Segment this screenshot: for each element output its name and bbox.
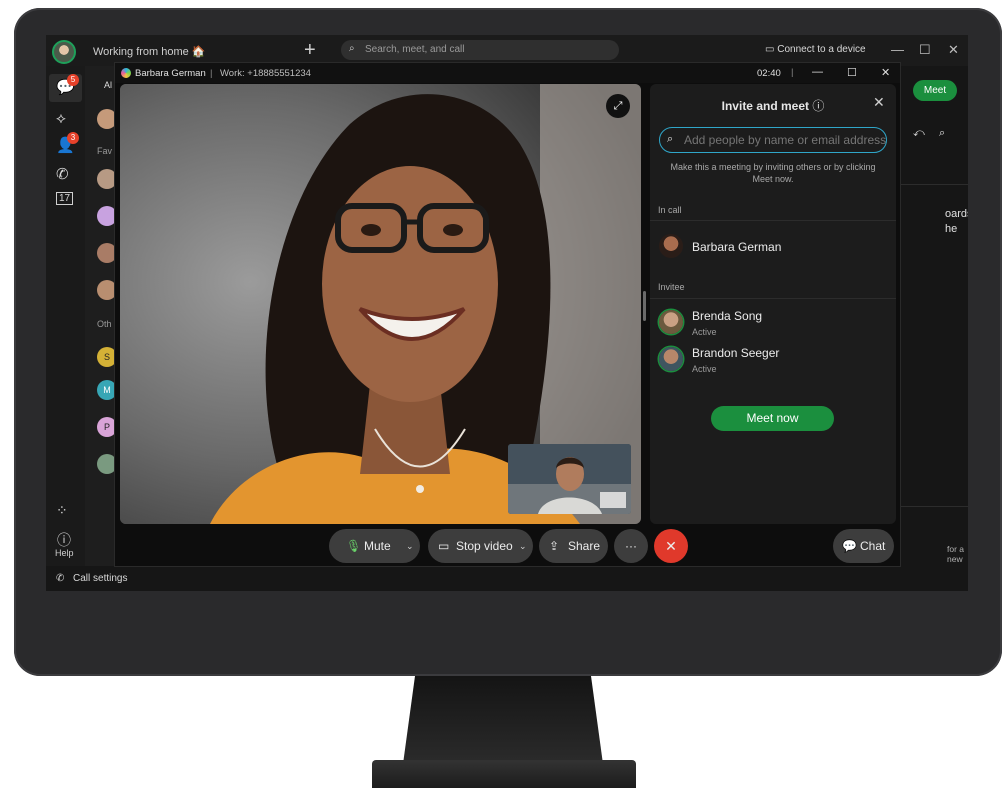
messaging-badge: 5 (67, 74, 79, 86)
invitee-label: Invitee (658, 282, 685, 292)
search-input[interactable]: ⌕ Search, meet, and call (341, 40, 619, 60)
video-chevron-down-icon[interactable]: ⌄ (519, 529, 527, 563)
brandon-avatar[interactable] (659, 347, 683, 371)
call-maximize-icon[interactable]: ☐ (847, 66, 857, 79)
call-controls: 🎙 Mute ⌄ ▭ Stop video ⌄ ⇪ Share ··· ✕ 💬 … (115, 529, 900, 565)
caller-name: Barbara German (135, 68, 206, 79)
expand-video-icon[interactable]: ⤢ (606, 94, 630, 118)
invite-panel: Invite and meet ⓘ ✕ ⌕ Make this a meetin… (650, 84, 896, 524)
cast-icon: ▭ (765, 44, 778, 55)
minimize-icon[interactable]: — (891, 42, 904, 57)
help-label: Help (55, 548, 74, 558)
share-icon: ⇪ (549, 539, 560, 553)
mute-button[interactable]: 🎙 Mute ⌄ (329, 529, 420, 563)
invitee-status: Active (692, 327, 717, 337)
microphone-icon: 🎙 (346, 539, 362, 553)
chat-button[interactable]: 💬 Chat (833, 529, 894, 563)
call-close-icon[interactable]: ✕ (881, 66, 890, 79)
others-label: Oth (97, 319, 112, 329)
monitor-stand-foot (372, 760, 636, 788)
stop-video-label: Stop video (456, 539, 513, 553)
call-titlebar: Barbara German | Work: +18885551234 02:4… (115, 63, 900, 83)
remote-video: ⤢ (120, 84, 641, 524)
barbara-avatar[interactable] (659, 234, 683, 258)
more-options-button[interactable]: ··· (614, 529, 648, 563)
call-timer: 02:40 (757, 68, 781, 79)
help-icon[interactable]: ⓘ (57, 530, 71, 550)
calendar-icon[interactable]: 17 (56, 192, 74, 205)
composer-divider (901, 506, 968, 507)
pane-divider (901, 184, 968, 185)
teams-icon[interactable]: ⟡ (56, 110, 66, 127)
call-window: Barbara German | Work: +18885551234 02:4… (114, 62, 901, 567)
mute-label: Mute (364, 539, 391, 553)
search-placeholder: Search, meet, and call (365, 44, 465, 55)
in-call-label: In call (658, 205, 682, 215)
invitee-divider (650, 298, 896, 299)
meetings-icon[interactable]: ⤺ (913, 127, 925, 140)
status-message[interactable]: Working from home 🏠 (93, 45, 206, 58)
invite-panel-title: Invite and meet ⓘ (650, 97, 896, 114)
message-text-line-2: he (945, 223, 958, 235)
call-minimize-icon[interactable]: — (812, 66, 823, 78)
invite-panel-title-text: Invite and meet (721, 99, 809, 113)
self-view-video[interactable] (508, 444, 631, 514)
invitee-name: Brandon Seeger (692, 346, 780, 360)
apps-grid-icon[interactable]: ⁘ (56, 502, 68, 519)
my-avatar[interactable] (52, 40, 76, 64)
share-button[interactable]: ⇪ Share (539, 529, 608, 563)
invite-search-input[interactable] (659, 127, 887, 153)
tab-all[interactable]: Al (104, 80, 112, 90)
resize-handle[interactable] (643, 291, 646, 321)
maximize-icon[interactable]: ☐ (919, 42, 931, 58)
calls-icon[interactable]: ✆ (56, 165, 69, 183)
invite-search-icon: ⌕ (667, 133, 674, 145)
contacts-badge: 3 (67, 132, 79, 144)
chat-bubble-icon: 💬 (842, 539, 857, 553)
end-call-button[interactable]: ✕ (654, 529, 688, 563)
monitor-stand-neck (403, 676, 603, 764)
timer-separator: | (791, 67, 794, 78)
info-icon[interactable]: ⓘ (812, 99, 824, 113)
space-list: Al Fav Oth S M P (85, 66, 117, 566)
invite-hint: Make this a meeting by inviting others o… (670, 162, 876, 184)
share-label: Share (568, 539, 601, 553)
webex-logo-icon (121, 68, 131, 78)
invitee-status: Active (692, 364, 717, 374)
self-view-image (508, 444, 631, 514)
stop-video-button[interactable]: ▭ Stop video ⌄ (428, 529, 533, 563)
in-call-participant-name: Barbara German (692, 240, 782, 254)
end-call-icon: ✕ (665, 538, 677, 554)
space-search-icon[interactable]: ⌕ (939, 127, 945, 140)
space-content-pane: Meet ⤺ ⌕ oards, he for a new line (901, 66, 968, 574)
message-text-line-1: oards, (945, 208, 968, 220)
meet-now-button[interactable]: Meet now (711, 406, 834, 431)
in-call-divider (650, 220, 896, 221)
call-settings-label[interactable]: Call settings (73, 573, 127, 584)
connect-device-label: Connect to a device (777, 44, 866, 55)
screen: Working from home 🏠 + ⌕ Search, meet, an… (46, 35, 968, 591)
new-action-button[interactable]: + (304, 40, 316, 60)
brenda-avatar[interactable] (659, 310, 683, 334)
chat-label: Chat (860, 539, 886, 553)
panel-close-icon[interactable]: ✕ (873, 94, 885, 111)
meet-button[interactable]: Meet (913, 80, 957, 101)
video-camera-icon: ▭ (438, 539, 450, 553)
invitee-name: Brenda Song (692, 309, 763, 323)
search-icon: ⌕ (349, 43, 355, 54)
bottom-bar: ✆ Call settings (46, 566, 968, 591)
close-icon[interactable]: ✕ (948, 42, 959, 58)
call-settings-icon[interactable]: ✆ (56, 573, 64, 584)
connect-device-button[interactable]: ▭ Connect to a device (765, 44, 866, 55)
mute-chevron-down-icon[interactable]: ⌄ (406, 529, 414, 563)
favorites-label: Fav (97, 146, 113, 156)
title-separator: | (210, 68, 213, 79)
nav-rail: 💬 5 ⟡ 👤 3 ✆ 17 ⁘ ⓘ Help (46, 66, 85, 566)
caller-number: Work: +18885551234 (220, 68, 311, 79)
